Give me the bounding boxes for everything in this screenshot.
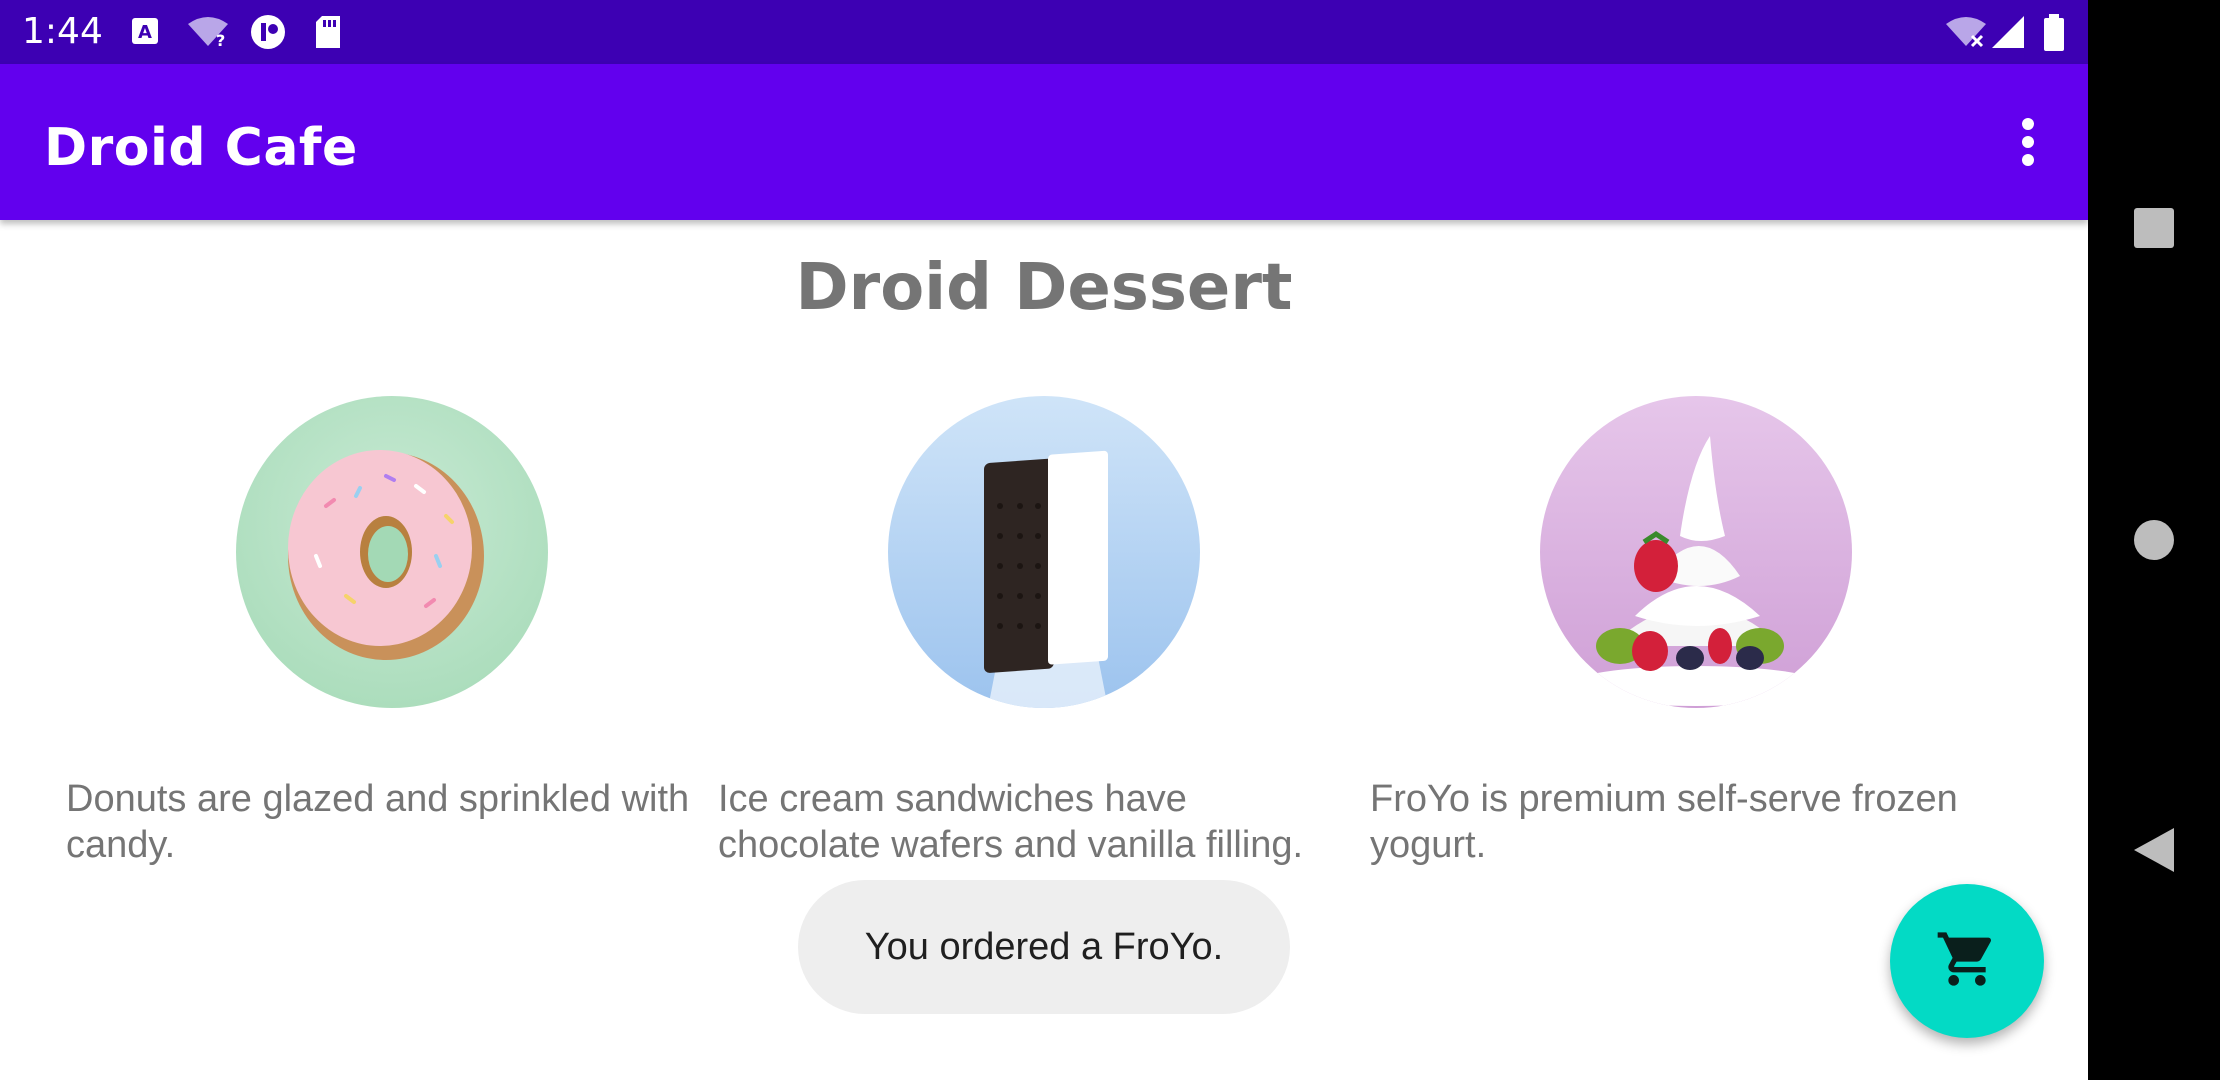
home-icon[interactable]	[2124, 510, 2184, 570]
app-circle-icon	[248, 14, 288, 54]
dessert-description: Donuts are glazed and sprinkled with can…	[66, 778, 690, 866]
back-icon[interactable]	[2124, 820, 2184, 880]
dessert-description: FroYo is premium self-serve frozen yogur…	[1370, 778, 1958, 866]
recents-icon[interactable]	[2124, 198, 2184, 258]
shopping-cart-button[interactable]	[1890, 884, 2044, 1038]
froyo-image[interactable]	[1540, 396, 1852, 708]
signal-icon	[1990, 14, 2026, 54]
status-time: 1:44	[22, 11, 103, 52]
donut-image[interactable]	[236, 396, 548, 708]
dessert-description: Ice cream sandwiches have chocolate wafe…	[718, 778, 1304, 866]
toast-text: You ordered a FroYo.	[864, 925, 1224, 968]
ice-cream-sandwich-image[interactable]	[888, 396, 1200, 708]
keyboard-a-icon: A	[130, 14, 162, 52]
page-title: Droid Dessert	[795, 251, 1293, 325]
navigation-bar	[2088, 0, 2220, 1080]
wifi-question-icon: ?	[186, 14, 230, 52]
overflow-menu-icon[interactable]	[1996, 104, 2060, 180]
shopping-cart-icon	[1935, 927, 1999, 995]
status-bar: 1:44 A ?	[0, 0, 2088, 64]
svg-text:A: A	[138, 22, 152, 43]
sd-card-icon	[312, 14, 344, 54]
app-title: Droid Cafe	[44, 118, 358, 178]
toast-message: You ordered a FroYo.	[798, 880, 1290, 1014]
app-bar: Droid Cafe	[0, 64, 2088, 220]
battery-icon	[2042, 14, 2066, 56]
wifi-off-icon	[1944, 14, 1988, 54]
svg-text:?: ?	[216, 31, 225, 48]
